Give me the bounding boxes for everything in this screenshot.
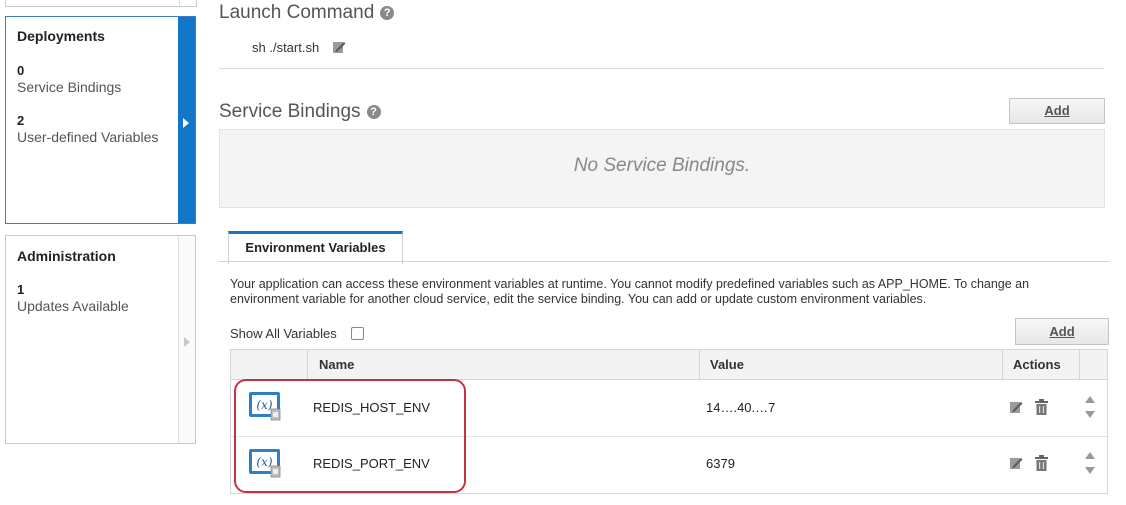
deployments-expand-rail[interactable] xyxy=(178,17,195,223)
divider xyxy=(219,68,1104,69)
add-service-binding-button[interactable]: Add xyxy=(1009,98,1105,124)
edit-pencil-icon[interactable] xyxy=(1009,456,1023,470)
trash-icon[interactable] xyxy=(1035,455,1048,471)
annotation-highlight xyxy=(234,379,466,493)
administration-title: Administration xyxy=(17,248,116,264)
env-vars-description: Your application can access these enviro… xyxy=(230,277,1030,306)
deployments-card[interactable]: Deployments 0 Service Bindings 2 User-de… xyxy=(5,16,196,224)
show-all-variables-label: Show All Variables xyxy=(230,326,337,341)
administration-card[interactable]: Administration 1 Updates Available xyxy=(5,235,196,444)
service-bindings-heading: Service Bindings? xyxy=(219,101,381,123)
launch-command-value: sh ./start.sh xyxy=(252,40,320,55)
reorder-arrows-icon[interactable] xyxy=(1084,395,1096,419)
service-bindings-label: Service Bindings xyxy=(17,79,122,95)
administration-expand-rail[interactable] xyxy=(178,236,195,443)
tab-environment-variables[interactable]: Environment Variables xyxy=(228,231,403,264)
user-vars-label: User-defined Variables xyxy=(17,129,159,145)
launch-command-heading: Launch Command? xyxy=(219,2,395,24)
chevron-right-icon xyxy=(184,337,190,347)
deployments-title: Deployments xyxy=(17,28,105,44)
help-icon[interactable]: ? xyxy=(380,6,395,20)
edit-pencil-icon[interactable] xyxy=(1009,400,1023,414)
help-icon[interactable]: ? xyxy=(366,105,381,119)
launch-command-title: Launch Command xyxy=(219,2,375,23)
trash-icon[interactable] xyxy=(1035,399,1048,415)
no-service-bindings-text: No Service Bindings. xyxy=(573,155,751,176)
sidebar-top-card-stub xyxy=(5,0,197,7)
updates-label: Updates Available xyxy=(17,298,129,314)
tab-underline xyxy=(219,261,1109,262)
show-all-variables-checkbox[interactable] xyxy=(351,327,364,340)
chevron-right-icon xyxy=(183,118,189,128)
column-header-actions: Actions xyxy=(1013,357,1061,372)
user-vars-count: 2 xyxy=(17,113,25,128)
service-bindings-title: Service Bindings xyxy=(219,101,361,122)
service-bindings-empty-panel: No Service Bindings. xyxy=(219,129,1105,208)
updates-count: 1 xyxy=(17,282,25,297)
env-var-value: 6379 xyxy=(706,456,735,471)
table-header: Name Value Actions xyxy=(231,350,1107,380)
add-env-variable-button[interactable]: Add xyxy=(1015,318,1109,345)
reorder-arrows-icon[interactable] xyxy=(1084,451,1096,475)
edit-pencil-icon[interactable] xyxy=(332,40,346,54)
column-header-name[interactable]: Name xyxy=(319,357,354,372)
service-bindings-count: 0 xyxy=(17,63,25,78)
column-header-value[interactable]: Value xyxy=(710,357,744,372)
env-var-value: 14….40.…7 xyxy=(706,400,776,415)
